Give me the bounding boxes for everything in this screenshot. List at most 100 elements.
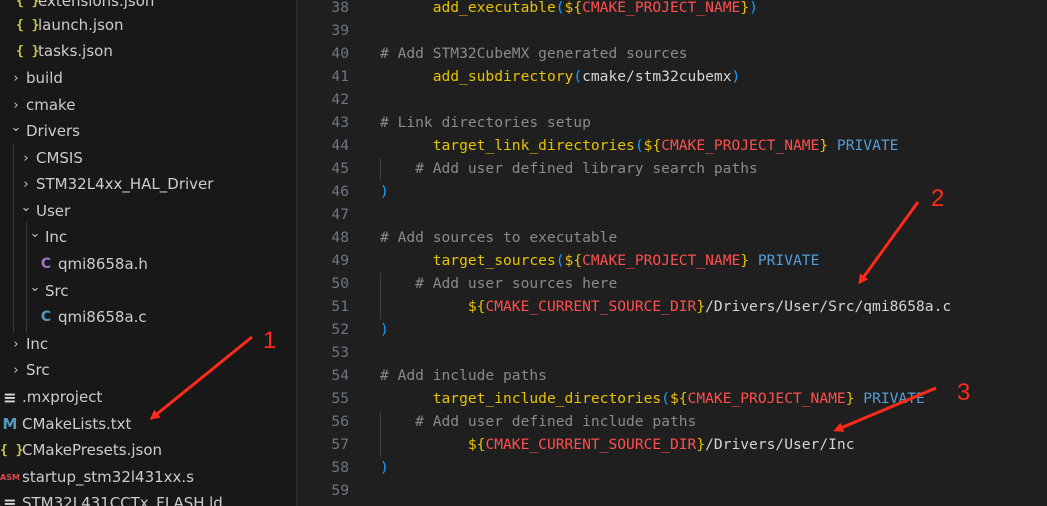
line-number: 50 bbox=[331, 275, 349, 292]
code-token: } bbox=[740, 0, 750, 16]
tree-folder-src[interactable]: › Src bbox=[0, 357, 296, 383]
line-number: 53 bbox=[331, 344, 349, 361]
line-number: 52 bbox=[331, 321, 349, 338]
tree-item-file[interactable]: C qmi8658a.c bbox=[0, 304, 296, 330]
c-source-icon: C bbox=[40, 309, 52, 325]
code-token: ) bbox=[380, 459, 389, 476]
tree-item-file[interactable]: { } launch.json bbox=[0, 12, 296, 38]
code-line[interactable]: 58 ) bbox=[298, 456, 1047, 479]
code-editor[interactable]: 38 add_executable(${CMAKE_PROJECT_NAME})… bbox=[298, 0, 1047, 506]
code-token: ${ bbox=[467, 298, 486, 315]
chevron-down-icon: ⌄ bbox=[20, 199, 32, 215]
tree-item-label: Src bbox=[26, 361, 50, 379]
tree-item-label: CMSIS bbox=[36, 149, 83, 167]
code-line[interactable]: 39 bbox=[298, 19, 1047, 42]
code-token: } bbox=[819, 137, 829, 154]
line-number: 57 bbox=[331, 436, 349, 453]
line-number: 39 bbox=[331, 22, 349, 39]
tree-folder-inc[interactable]: ⌄ Inc bbox=[0, 224, 296, 250]
tree-item-label: cmake bbox=[26, 96, 76, 114]
tree-item-file[interactable]: { } CMakePresets.json bbox=[0, 437, 296, 463]
c-header-icon: C bbox=[40, 256, 52, 272]
code-line[interactable]: 45 # Add user defined library search pat… bbox=[298, 157, 1047, 180]
code-line[interactable]: 57 ${CMAKE_CURRENT_SOURCE_DIR}/Drivers/U… bbox=[298, 433, 1047, 456]
annotation-label-1: 1 bbox=[263, 327, 277, 354]
code-token: target_link_directories bbox=[432, 137, 635, 154]
code-line[interactable]: 49 target_sources(${CMAKE_PROJECT_NAME} … bbox=[298, 249, 1047, 272]
lines-icon: ≡ bbox=[3, 493, 17, 506]
line-number: 46 bbox=[331, 183, 349, 200]
line-number: 48 bbox=[331, 229, 349, 246]
tree-folder-cmsis[interactable]: › CMSIS bbox=[0, 145, 296, 171]
line-number: 58 bbox=[331, 459, 349, 476]
code-line[interactable]: 59 bbox=[298, 479, 1047, 502]
code-line[interactable]: 42 bbox=[298, 88, 1047, 111]
tree-item-file[interactable]: C qmi8658a.h bbox=[0, 251, 296, 277]
code-line[interactable]: 51 ${CMAKE_CURRENT_SOURCE_DIR}/Drivers/U… bbox=[298, 295, 1047, 318]
code-line[interactable]: 44 target_link_directories(${CMAKE_PROJE… bbox=[298, 134, 1047, 157]
code-line[interactable]: 55 target_include_directories(${CMAKE_PR… bbox=[298, 387, 1047, 410]
code-line[interactable]: 41 add_subdirectory(cmake/stm32cubemx) bbox=[298, 65, 1047, 88]
tree-item-file[interactable]: { } tasks.json bbox=[0, 38, 296, 64]
code-token: CMAKE_PROJECT_NAME bbox=[687, 390, 846, 407]
annotation-label-3: 3 bbox=[957, 379, 971, 406]
tree-item-label: tasks.json bbox=[38, 42, 113, 60]
tree-item-label: User bbox=[36, 202, 71, 220]
lines-icon: ≡ bbox=[3, 387, 17, 407]
line-number: 59 bbox=[331, 482, 349, 499]
tree-folder-cmake[interactable]: › cmake bbox=[0, 92, 296, 118]
tree-folder-user[interactable]: ⌄ User bbox=[0, 198, 296, 224]
code-token: add_executable bbox=[432, 0, 556, 16]
tree-folder-drivers[interactable]: ⌄ Drivers bbox=[0, 118, 296, 144]
code-token: CMAKE_PROJECT_NAME bbox=[582, 0, 741, 16]
code-token: ( bbox=[634, 137, 644, 154]
tree-folder-build[interactable]: › build bbox=[0, 65, 296, 91]
code-token: CMAKE_CURRENT_SOURCE_DIR bbox=[485, 436, 697, 453]
code-token: ) bbox=[749, 0, 758, 16]
tree-item-label: build bbox=[26, 69, 63, 87]
chevron-right-icon: › bbox=[23, 150, 29, 166]
code-token: } bbox=[696, 298, 706, 315]
tree-item-file[interactable]: ≡ STM32L431CCTx_FLASH.ld bbox=[0, 490, 296, 506]
code-token: add_subdirectory bbox=[432, 68, 574, 85]
tree-item-file[interactable]: M CMakeLists.txt bbox=[0, 411, 296, 437]
tree-item-label: qmi8658a.c bbox=[58, 308, 147, 326]
code-token: target_include_directories bbox=[432, 390, 662, 407]
code-token: ${ bbox=[467, 436, 486, 453]
tree-item-file[interactable]: ASM startup_stm32l431xx.s bbox=[0, 464, 296, 490]
code-token: ( bbox=[555, 252, 565, 269]
line-number: 43 bbox=[331, 114, 349, 131]
code-token: ${ bbox=[564, 252, 583, 269]
code-token: ) bbox=[731, 68, 741, 85]
code-line[interactable]: 38 add_executable(${CMAKE_PROJECT_NAME}) bbox=[298, 0, 1047, 19]
tree-item-label: Inc bbox=[26, 335, 49, 353]
chevron-right-icon: › bbox=[23, 176, 29, 192]
chevron-right-icon: › bbox=[13, 70, 19, 86]
cmake-icon: M bbox=[2, 415, 18, 433]
chevron-right-icon: › bbox=[13, 97, 19, 113]
tree-folder-src[interactable]: ⌄ Src bbox=[0, 278, 296, 304]
chevron-down-icon: ⌄ bbox=[10, 119, 22, 135]
code-token: ( bbox=[573, 68, 583, 85]
code-token: cmake/stm32cubemx bbox=[582, 68, 732, 85]
code-token: ) bbox=[380, 183, 389, 200]
code-token: PRIVATE bbox=[854, 390, 925, 407]
chevron-down-icon: ⌄ bbox=[29, 279, 41, 295]
tree-folder-inc[interactable]: › Inc bbox=[0, 331, 296, 357]
tree-folder-hal-driver[interactable]: › STM32L4xx_HAL_Driver bbox=[0, 171, 296, 197]
code-token: ) bbox=[380, 321, 389, 338]
code-line[interactable]: 52 ) bbox=[298, 318, 1047, 341]
tree-item-label: extensions.json bbox=[38, 0, 155, 10]
json-icon: { } bbox=[16, 0, 40, 9]
code-line[interactable]: 53 bbox=[298, 341, 1047, 364]
line-number: 41 bbox=[331, 68, 349, 85]
tree-item-label: CMakeLists.txt bbox=[22, 415, 132, 433]
code-token: ( bbox=[555, 0, 565, 16]
code-token: } bbox=[696, 436, 706, 453]
code-token: } bbox=[740, 252, 750, 269]
code-token: PRIVATE bbox=[828, 137, 899, 154]
code-token: ( bbox=[661, 390, 670, 407]
tree-item-file[interactable]: ≡ .mxproject bbox=[0, 384, 296, 410]
